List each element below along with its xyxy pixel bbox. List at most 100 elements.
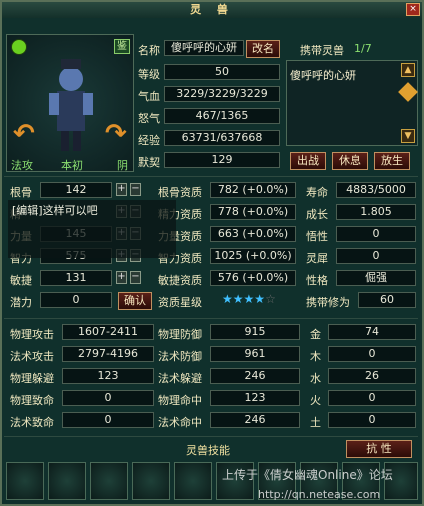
aptitude-label: 资质星级 <box>158 296 202 309</box>
element-value: 0 <box>328 412 416 428</box>
stat-value: 142 <box>40 182 112 198</box>
level-value: 50 <box>164 64 280 80</box>
element-value: 74 <box>328 324 416 340</box>
trait-label: 悟性 <box>306 230 328 243</box>
combat-label: 法术命中 <box>158 416 202 429</box>
combat-value: 246 <box>210 412 300 428</box>
scroll-down-button[interactable]: ▼ <box>401 129 415 143</box>
minus-button[interactable]: − <box>130 183 141 196</box>
skill-slot[interactable] <box>132 462 170 500</box>
trait-label: 携带修为 <box>306 296 350 309</box>
combat-value: 1607-2411 <box>62 324 154 340</box>
carry-list-item[interactable]: 傻呼呼的心妍 <box>290 67 356 83</box>
edit-tooltip: [编辑]这样可以吧 <box>8 200 176 258</box>
plus-button[interactable]: + <box>116 271 127 284</box>
potential-value: 0 <box>40 292 112 308</box>
star-empty-icon: ☆ <box>265 292 276 306</box>
watermark-line1: 上传于《倩女幽魂Online》论坛 <box>222 468 393 482</box>
table-row: 物理致命 0 物理命中 123 火 0 <box>0 390 424 410</box>
aptitude-label: 根骨资质 <box>158 186 202 199</box>
element-value: 0 <box>328 346 416 362</box>
hp-label: 气血 <box>138 90 160 103</box>
element-value: 0 <box>328 390 416 406</box>
combat-value: 2797-4196 <box>62 346 154 362</box>
battle-button[interactable]: 出战 <box>290 152 326 170</box>
window-title: 灵 兽 <box>2 2 422 18</box>
skill-slot[interactable] <box>174 462 212 500</box>
trait-value: 1.805 <box>336 204 416 220</box>
trait-label: 性格 <box>306 274 328 287</box>
trait-value: 4883/5000 <box>336 182 416 198</box>
element-label: 火 <box>310 394 321 407</box>
combat-value: 123 <box>62 368 154 384</box>
element-label: 木 <box>310 350 321 363</box>
skill-slot[interactable] <box>48 462 86 500</box>
trait-value: 0 <box>336 248 416 264</box>
element-label: 金 <box>310 328 321 341</box>
combat-value: 123 <box>210 390 300 406</box>
release-button[interactable]: 放生 <box>374 152 410 170</box>
exp-label: 经验 <box>138 134 160 147</box>
divider <box>4 436 418 437</box>
level-label: 等级 <box>138 68 160 81</box>
confirm-button[interactable]: 确认 <box>118 292 152 310</box>
name-label: 名称 <box>138 44 160 57</box>
tag-magic-attack: 法攻 <box>11 159 33 172</box>
rotate-left-icon[interactable]: ↶ <box>13 119 35 149</box>
combat-value: 0 <box>62 390 154 406</box>
aptitude-label: 敏捷资质 <box>158 274 202 287</box>
scroll-up-button[interactable]: ▲ <box>401 63 415 77</box>
combat-value: 0 <box>62 412 154 428</box>
trait-value: 倔强 <box>336 270 416 286</box>
close-button[interactable]: × <box>406 3 420 16</box>
trait-label: 寿命 <box>306 186 328 199</box>
combat-value: 915 <box>210 324 300 340</box>
table-row: 物理攻击 1607-2411 物理防御 915 金 74 <box>0 324 424 344</box>
star-rating: ★★★★☆ <box>222 292 276 306</box>
skill-slot[interactable] <box>6 462 44 500</box>
combat-label: 法术致命 <box>10 416 54 429</box>
rotate-right-icon[interactable]: ↷ <box>105 119 127 149</box>
combat-label: 物理命中 <box>158 394 202 407</box>
scroll-thumb[interactable] <box>398 82 418 102</box>
star-icon: ★ <box>222 292 233 306</box>
anger-value: 467/1365 <box>164 108 280 124</box>
aptitude-value: 576 (+0.0%) <box>210 270 296 286</box>
trait-label: 成长 <box>306 208 328 221</box>
skill-slot[interactable] <box>90 462 128 500</box>
bond-label: 默契 <box>138 156 160 169</box>
star-icon: ★ <box>254 292 266 306</box>
table-row: 法术致命 0 法术命中 246 土 0 <box>0 412 424 432</box>
rest-button[interactable]: 休息 <box>332 152 368 170</box>
resist-button[interactable]: 抗 性 <box>346 440 412 458</box>
name-field: 傻呼呼的心妍 <box>164 40 244 56</box>
combat-label: 法术防御 <box>158 350 202 363</box>
aptitude-value: 1025 (+0.0%) <box>210 248 296 264</box>
anger-label: 怒气 <box>138 112 160 125</box>
tag-yin: 阴 <box>117 159 128 172</box>
aptitude-value: 778 (+0.0%) <box>210 204 296 220</box>
divider <box>4 318 418 319</box>
star-icon: ★ <box>232 292 244 306</box>
aptitude-value: 782 (+0.0%) <box>210 182 296 198</box>
watermark-line2: http://qn.netease.com <box>258 488 381 501</box>
rename-button[interactable]: 改名 <box>246 40 280 58</box>
element-label: 土 <box>310 416 321 429</box>
combat-value: 246 <box>210 368 300 384</box>
trait-value: 0 <box>336 226 416 242</box>
pet-figure <box>49 59 93 151</box>
plus-button[interactable]: + <box>116 183 127 196</box>
pet-portrait: 鉴 ↶ ↷ 法攻 本初 阴 <box>6 34 134 172</box>
table-row: 物理躲避 123 法术躲避 246 水 26 <box>0 368 424 388</box>
trait-label: 灵犀 <box>306 252 328 265</box>
trait-value: 60 <box>358 292 416 308</box>
minus-button[interactable]: − <box>130 271 141 284</box>
carry-list: 傻呼呼的心妍 ▲ ▼ <box>286 60 418 146</box>
stat-value: 131 <box>40 270 112 286</box>
stat-label: 潜力 <box>10 296 32 309</box>
element-label: 水 <box>310 372 321 385</box>
combat-label: 物理防御 <box>158 328 202 341</box>
combat-value: 961 <box>210 346 300 362</box>
combat-label: 法术攻击 <box>10 350 54 363</box>
divider <box>4 176 418 177</box>
